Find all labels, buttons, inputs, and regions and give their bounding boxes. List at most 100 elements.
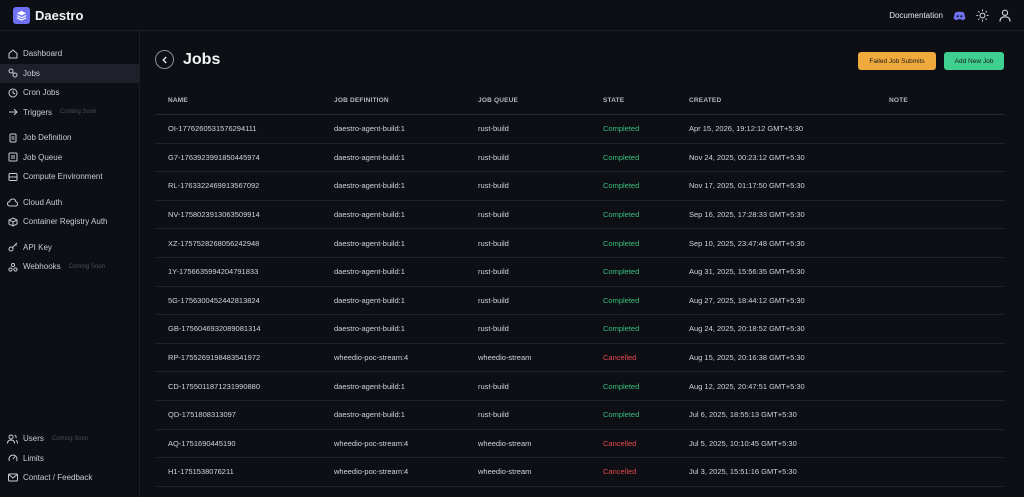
job-state-cell: Completed [603,295,640,305]
table-row[interactable]: GB-1756046932089081314 daestro-agent-buil… [155,315,1005,344]
table-row[interactable]: QD-1751808313097 daestro-agent-build:1 rus… [155,401,1005,430]
sidebar-item-container-registry-auth[interactable]: Container Registry Auth [0,212,139,232]
job-queue-cell: rust-build [478,124,509,134]
created-at-cell: Aug 15, 2025, 20:16:38 GMT+5:30 [689,353,805,363]
job-name-cell[interactable]: OI-1776260531576294111 [155,124,334,133]
job-definition-cell: daestro-agent-build:1 [334,238,405,248]
failed-job-submits-button[interactable]: Failed Job Submits [858,52,936,70]
created-at-cell: Sep 10, 2025, 23:47:48 GMT+5:30 [689,238,805,248]
sidebar-item-label: Compute Environment [23,172,103,182]
table-row[interactable]: H1-1751538076211 wheedio-poc-stream:4 whee… [155,458,1005,487]
sidebar-item-label: Webhooks [23,262,61,272]
created-at-cell: Aug 31, 2025, 15:56:35 GMT+5:30 [689,267,805,277]
table-row[interactable]: M4-1751526017993wheedio-poc-stream:4whee… [155,487,1005,497]
job-name-cell[interactable]: AQ-1751690445190 [155,439,334,448]
job-name-cell[interactable]: RP-1755269198483541972 [155,353,334,362]
job-state-cell: Completed [603,210,640,220]
job-definition-cell: wheedio-poc-stream:4 [334,353,409,363]
sidebar-item-api-key[interactable]: API Key [0,238,139,258]
job-queue-cell: rust-build [478,181,509,191]
documentation-link[interactable]: Documentation [889,11,943,20]
key-icon [7,242,18,253]
sidebar-item-dashboard[interactable]: Dashboard [0,44,139,64]
back-button[interactable] [155,50,174,69]
job-definition-cell: daestro-agent-build:1 [334,324,405,334]
brand[interactable]: Daestro [0,6,83,24]
table-row[interactable]: AQ-1751690445190 wheedio-poc-stream:4 whee… [155,430,1005,459]
sidebar-item-compute-environment[interactable]: Compute Environment [0,167,139,187]
job-name-cell[interactable]: GB-1756046932089081314 [155,324,334,333]
job-queue-cell: rust-build [478,238,509,248]
column-header-note[interactable]: NOTE [889,97,1005,104]
job-name-cell[interactable]: 5G-1756300452442813824 [155,296,334,305]
table-row[interactable]: CD-1755011871231990880 daestro-agent-buil… [155,372,1005,401]
user-icon[interactable] [998,9,1012,23]
sidebar-item-label: Cloud Auth [23,197,63,207]
job-state-cell: Completed [603,238,640,248]
created-at-cell: Nov 17, 2025, 01:17:50 GMT+5:30 [689,181,805,191]
job-name-cell[interactable]: CD-1755011871231990880 [155,382,334,391]
coming-soon-badge: Coming Soon [51,435,89,442]
created-at-cell: Jul 3, 2025, 15:51:16 GMT+5:30 [689,467,797,477]
table-row[interactable]: G7-1763923991850445974 daestro-agent-buil… [155,144,1005,173]
sidebar-item-job-definition[interactable]: Job Definition [0,128,139,148]
created-at-cell: Jul 5, 2025, 10:10:45 GMT+5:30 [689,438,797,448]
job-name-cell[interactable]: XZ-1757528268056242948 [155,239,334,248]
job-name-cell[interactable]: 1Y-1756635994204791833 [155,267,334,276]
trigger-icon [7,107,18,118]
job-state-cell: Completed [603,267,640,277]
column-header-job-definition[interactable]: JOB DEFINITION [334,97,478,104]
job-definition-cell: daestro-agent-build:1 [334,267,405,277]
clock-icon [7,87,18,98]
created-at-cell: Nov 24, 2025, 00:23:12 GMT+5:30 [689,152,805,162]
add-new-job-button[interactable]: Add New Job [944,52,1004,70]
sidebar-item-job-queue[interactable]: Job Queue [0,148,139,168]
sidebar-item-triggers[interactable]: Triggers Coming Soon [0,103,139,123]
job-queue-cell: rust-build [478,152,509,162]
sidebar-item-cloud-auth[interactable]: Cloud Auth [0,193,139,213]
job-definition-cell: daestro-agent-build:1 [334,124,405,134]
box-icon [7,216,18,227]
chevron-left-icon [161,56,167,63]
table-row[interactable]: 1Y-1756635994204791833 daestro-agent-buil… [155,258,1005,287]
sidebar-item-label: Dashboard [23,49,63,59]
mail-icon [7,472,18,483]
discord-icon[interactable] [952,9,966,23]
sidebar-item-webhooks[interactable]: Webhooks Coming Soon [0,257,139,277]
table-row[interactable]: RL-1763322469913567092 daestro-agent-buil… [155,172,1005,201]
job-name-cell[interactable]: NV-1758023913063509914 [155,210,334,219]
job-name-cell[interactable]: G7-1763923991850445974 [155,153,334,162]
file-icon [7,132,18,143]
coming-soon-badge: Coming Soon [68,263,106,270]
job-queue-cell: wheedio-stream [478,467,532,477]
webhook-icon [7,261,18,272]
sun-icon[interactable] [975,9,989,23]
job-name-cell[interactable]: QD-1751808313097 [155,410,334,419]
sidebar-item-contact[interactable]: Contact / Feedback [0,468,140,488]
column-header-state[interactable]: STATE [603,97,689,104]
table-row[interactable]: NV-1758023913063509914 daestro-agent-buil… [155,201,1005,230]
table-row[interactable]: OI-1776260531576294111 daestro-agent-buil… [155,115,1005,144]
sidebar-item-label: Container Registry Auth [23,217,108,227]
table-row[interactable]: RP-1755269198483541972 wheedio-poc-stream… [155,344,1005,373]
table-row[interactable]: XZ-1757528268056242948 daestro-agent-buil… [155,229,1005,258]
sidebar-item-label: Job Queue [23,152,63,162]
job-name-cell[interactable]: RL-1763322469913567092 [155,181,334,190]
table-row[interactable]: 5G-1756300452442813824 daestro-agent-buil… [155,287,1005,316]
page-title: Jobs [183,50,221,68]
sidebar-item-cron-jobs[interactable]: Cron Jobs [0,83,139,103]
sidebar-item-users[interactable]: Users Coming Soon [0,429,140,449]
sidebar-item-label: Cron Jobs [23,88,60,98]
job-name-cell[interactable]: H1-1751538076211 [155,467,334,476]
sidebar-item-jobs[interactable]: Jobs [0,63,139,83]
created-at-cell: Jul 6, 2025, 18:55:13 GMT+5:30 [689,410,797,420]
sidebar-item-limits[interactable]: Limits [0,449,140,469]
main-content: Jobs Failed Job Submits Add New Job NAME… [141,31,1024,497]
column-header-name[interactable]: NAME [155,97,334,104]
column-header-job-queue[interactable]: JOB QUEUE [478,97,603,104]
job-state-cell: Completed [603,181,640,191]
jobs-icon [7,68,18,79]
job-queue-cell: wheedio-stream [478,353,532,363]
job-queue-cell: rust-build [478,295,509,305]
column-header-created[interactable]: CREATED [689,97,889,104]
